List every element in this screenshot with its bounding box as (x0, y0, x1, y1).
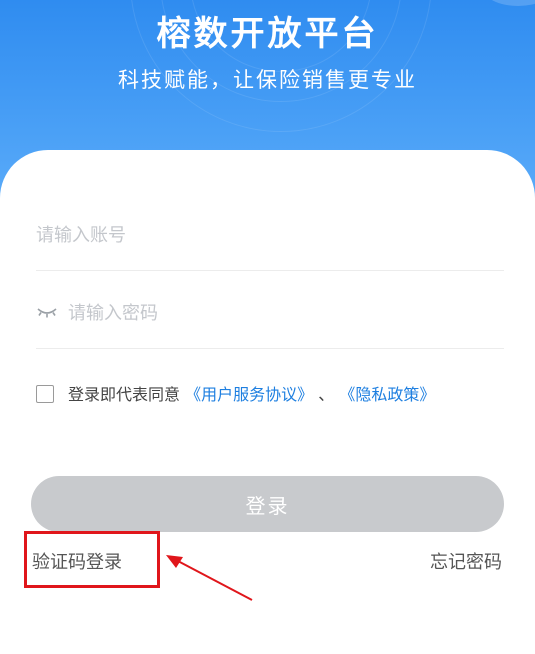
account-input[interactable] (36, 218, 496, 252)
agreement-separator: 、 (318, 385, 335, 404)
annotation-arrow (166, 555, 253, 601)
agreement-row: 登录即代表同意 《用户服务协议》 、 《隐私政策》 (36, 384, 516, 408)
account-field (36, 200, 504, 271)
forgot-password-link[interactable]: 忘记密码 (430, 548, 502, 574)
annotation-highlight-box (24, 531, 160, 588)
password-input[interactable] (68, 296, 496, 330)
user-agreement-link[interactable]: 《用户服务协议》 (185, 385, 313, 404)
agreement-checkbox[interactable] (36, 385, 54, 403)
eye-closed-icon[interactable] (36, 304, 58, 320)
password-field (36, 278, 504, 349)
page-subtitle: 科技赋能，让保险销售更专业 (118, 68, 417, 92)
agreement-prefix: 登录即代表同意 (68, 385, 181, 404)
page-title: 榕数开放平台 (156, 14, 379, 54)
privacy-policy-link[interactable]: 《隐私政策》 (339, 385, 435, 404)
login-button[interactable]: 登录 (31, 476, 504, 532)
agreement-text: 登录即代表同意 《用户服务协议》 、 《隐私政策》 (68, 384, 435, 406)
